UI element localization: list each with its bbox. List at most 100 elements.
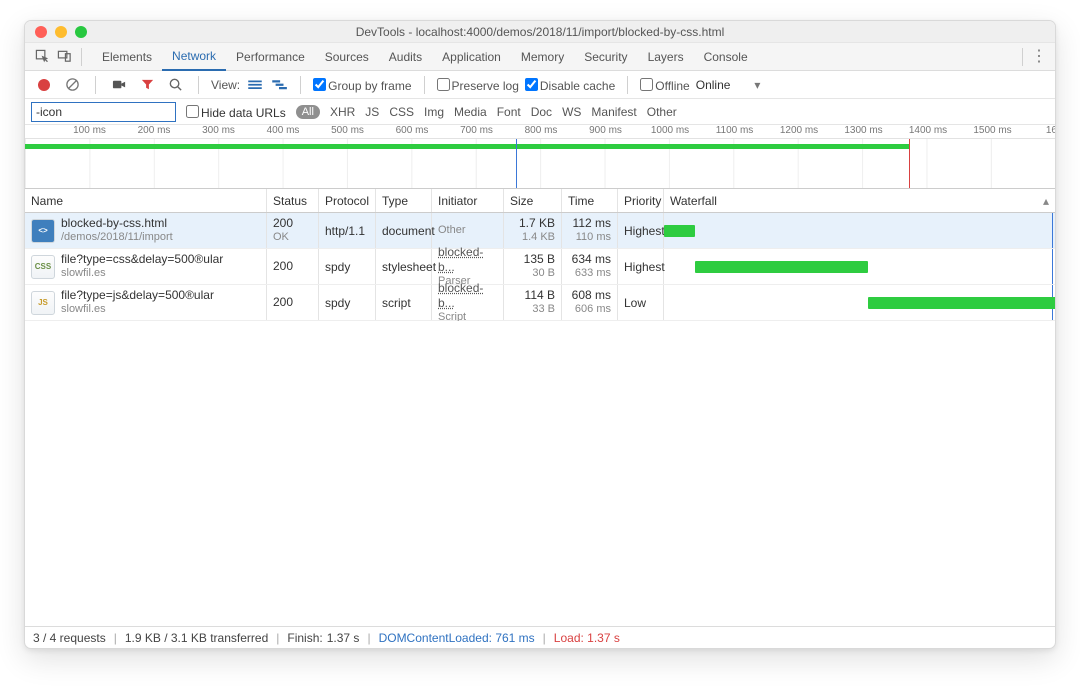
col-type[interactable]: Type xyxy=(376,189,432,212)
tab-performance[interactable]: Performance xyxy=(226,43,315,71)
col-status[interactable]: Status xyxy=(267,189,319,212)
filter-type-doc[interactable]: Doc xyxy=(531,105,552,119)
overview-band xyxy=(516,144,909,149)
request-waterfall xyxy=(664,285,1055,320)
request-size-sub: 30 B xyxy=(524,267,555,281)
divider xyxy=(1022,48,1023,66)
request-time: 608 ms xyxy=(572,288,611,303)
tab-elements[interactable]: Elements xyxy=(92,43,162,71)
request-priority: Low xyxy=(618,285,664,320)
timeline-overview[interactable] xyxy=(25,139,1055,189)
window-controls xyxy=(25,26,87,38)
divider xyxy=(198,76,199,94)
ruler-tick: 800 ms xyxy=(525,125,558,136)
filter-type-manifest[interactable]: Manifest xyxy=(591,105,636,119)
close-window-icon[interactable] xyxy=(35,26,47,38)
chevron-down-icon[interactable]: ▾ xyxy=(754,78,760,92)
table-row[interactable]: JSfile?type=js&delay=500®ularslowfil.es2… xyxy=(25,285,1055,321)
table-row[interactable]: CSSfile?type=css&delay=500®ularslowfil.e… xyxy=(25,249,1055,285)
tab-layers[interactable]: Layers xyxy=(638,43,694,71)
sort-asc-icon: ▴ xyxy=(1043,194,1049,208)
kebab-menu-icon[interactable]: ⋮ xyxy=(1029,49,1049,65)
file-doc-icon: <> xyxy=(31,219,55,243)
filter-type-all[interactable]: All xyxy=(296,105,320,119)
hide-data-urls-checkbox[interactable]: Hide data URLs xyxy=(186,104,286,120)
filter-type-css[interactable]: CSS xyxy=(389,105,414,119)
tab-audits[interactable]: Audits xyxy=(379,43,432,71)
ruler-tick: 1300 ms xyxy=(844,125,882,136)
overview-band xyxy=(25,144,97,149)
tab-memory[interactable]: Memory xyxy=(511,43,574,71)
col-time[interactable]: Time xyxy=(562,189,618,212)
col-waterfall[interactable]: Waterfall▴ xyxy=(664,189,1055,212)
filter-type-media[interactable]: Media xyxy=(454,105,487,119)
col-size[interactable]: Size xyxy=(504,189,562,212)
offline-checkbox[interactable]: Offline xyxy=(640,77,689,93)
filter-input[interactable] xyxy=(31,102,176,122)
zoom-window-icon[interactable] xyxy=(75,26,87,38)
timeline-marker xyxy=(909,139,910,188)
waterfall-bar xyxy=(664,225,695,237)
large-rows-icon[interactable] xyxy=(246,78,264,92)
ruler-tick: 400 ms xyxy=(267,125,300,136)
devtools-window: DevTools - localhost:4000/demos/2018/11/… xyxy=(24,20,1056,649)
waterfall-view-icon[interactable] xyxy=(270,78,288,92)
request-name: file?type=css&delay=500®ular xyxy=(61,252,223,267)
filter-types: All XHR JS CSS Img Media Font Doc WS Manifest Othe… xyxy=(296,105,677,119)
col-initiator[interactable]: Initiator xyxy=(432,189,504,212)
request-waterfall xyxy=(664,213,1055,248)
file-css-icon: CSS xyxy=(31,255,55,279)
filter-type-other[interactable]: Other xyxy=(647,105,677,119)
search-icon[interactable] xyxy=(164,74,186,96)
filter-icon[interactable] xyxy=(136,74,158,96)
request-priority: Highest xyxy=(618,249,664,284)
status-dcl: 761 ms xyxy=(495,631,534,645)
record-button[interactable] xyxy=(33,74,55,96)
request-name: file?type=js&delay=500®ular xyxy=(61,288,214,303)
request-initiator[interactable]: blocked-b... xyxy=(438,245,497,275)
ruler-tick: 200 ms xyxy=(138,125,171,136)
disable-cache-checkbox[interactable]: Disable cache xyxy=(525,77,615,93)
tab-network[interactable]: Network xyxy=(162,43,226,71)
group-by-frame-checkbox[interactable]: Group by frame xyxy=(313,77,411,93)
ruler-tick: 300 ms xyxy=(202,125,235,136)
divider xyxy=(95,76,96,94)
inspect-element-icon[interactable] xyxy=(31,46,53,68)
tab-application[interactable]: Application xyxy=(432,43,511,71)
request-protocol: spdy xyxy=(319,249,376,284)
clear-icon[interactable] xyxy=(61,74,83,96)
table-row[interactable]: <>blocked-by-css.html/demos/2018/11/impo… xyxy=(25,213,1055,249)
preserve-log-checkbox[interactable]: Preserve log xyxy=(437,77,519,93)
request-protocol: http/1.1 xyxy=(319,213,376,248)
filter-type-xhr[interactable]: XHR xyxy=(330,105,355,119)
col-protocol[interactable]: Protocol xyxy=(319,189,376,212)
filter-type-font[interactable]: Font xyxy=(497,105,521,119)
toggle-device-icon[interactable] xyxy=(53,46,75,68)
camera-icon[interactable] xyxy=(108,74,130,96)
request-name: blocked-by-css.html xyxy=(61,216,173,231)
status-requests: 3 / 4 requests xyxy=(33,631,106,645)
col-name[interactable]: Name xyxy=(25,189,267,212)
col-priority[interactable]: Priority xyxy=(618,189,664,212)
tab-sources[interactable]: Sources xyxy=(315,43,379,71)
ruler-tick: 1200 ms xyxy=(780,125,818,136)
filter-type-img[interactable]: Img xyxy=(424,105,444,119)
request-type: stylesheet xyxy=(376,249,432,284)
ruler-tick: 1400 ms xyxy=(909,125,947,136)
status-finish: 1.37 s xyxy=(327,631,360,645)
titlebar: DevTools - localhost:4000/demos/2018/11/… xyxy=(25,21,1055,43)
request-time-sub: 633 ms xyxy=(572,267,611,281)
filter-type-ws[interactable]: WS xyxy=(562,105,581,119)
view-label: View: xyxy=(211,78,240,92)
minimize-window-icon[interactable] xyxy=(55,26,67,38)
request-protocol: spdy xyxy=(319,285,376,320)
tab-console[interactable]: Console xyxy=(694,43,758,71)
filter-type-js[interactable]: JS xyxy=(365,105,379,119)
tab-security[interactable]: Security xyxy=(574,43,637,71)
timeline-ruler[interactable]: 100 ms200 ms300 ms400 ms500 ms600 ms700 … xyxy=(25,125,1055,139)
request-initiator[interactable]: blocked-b... xyxy=(438,281,497,311)
table-header: Name Status Protocol Type Initiator Size… xyxy=(25,189,1055,213)
throttle-select[interactable]: Online xyxy=(696,78,731,92)
status-bar: 3 / 4 requests| 1.9 KB / 3.1 KB transfer… xyxy=(25,626,1055,648)
request-type: script xyxy=(376,285,432,320)
